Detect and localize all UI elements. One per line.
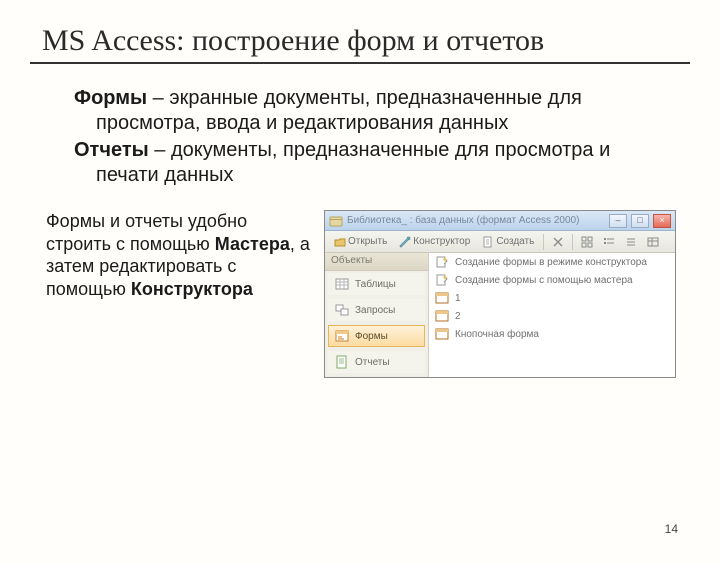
list-item-label: 2	[455, 311, 461, 322]
slide-title: MS Access: построение форм и отчетов	[42, 24, 720, 58]
wizard-icon	[435, 273, 449, 287]
title-underline	[30, 62, 690, 64]
details-icon	[647, 236, 659, 248]
def-reports-text: – документы, предназначенные для просмот…	[96, 139, 610, 186]
view-small-icons-button[interactable]	[599, 233, 619, 251]
definitions-block: Формы – экранные документы, предназначен…	[74, 86, 668, 188]
list-icon	[625, 236, 637, 248]
create-button[interactable]: Создать	[477, 233, 539, 251]
open-button[interactable]: Открыть	[329, 233, 392, 251]
queries-icon	[335, 303, 349, 317]
objects-sidebar-header: Объекты	[325, 253, 428, 271]
tables-icon	[335, 277, 349, 291]
design-button-label: Конструктор	[413, 236, 470, 247]
forms-icon	[335, 329, 349, 343]
list-item[interactable]: Создание формы в режиме конструктора	[429, 253, 675, 271]
definition-reports: Отчеты – документы, предназначенные для …	[74, 138, 668, 188]
view-large-icons-button[interactable]	[577, 233, 597, 251]
list-item-label: 1	[455, 293, 461, 304]
term-reports: Отчеты	[74, 139, 149, 161]
form-object-icon	[435, 327, 449, 341]
sidebar-item-forms[interactable]: Формы	[328, 325, 425, 347]
sidebar-item-label: Формы	[355, 331, 388, 342]
create-button-label: Создать	[496, 236, 534, 247]
wizard-icon	[435, 255, 449, 269]
list-item-label: Создание формы в режиме конструктора	[455, 257, 647, 268]
sidebar-item-label: Таблицы	[355, 279, 396, 290]
sidebar-item-reports[interactable]: Отчеты	[328, 351, 425, 373]
form-object-icon	[435, 309, 449, 323]
content-pane: Создание формы в режиме конструктора Соз…	[429, 253, 675, 377]
access-db-icon	[329, 214, 343, 228]
definition-forms: Формы – экранные документы, предназначен…	[74, 86, 668, 136]
view-list-button[interactable]	[621, 233, 641, 251]
close-button[interactable]: ×	[653, 214, 671, 228]
list-item-label: Кнопочная форма	[455, 329, 539, 340]
large-icons-icon	[581, 236, 593, 248]
create-new-icon	[482, 236, 494, 248]
open-button-label: Открыть	[348, 236, 387, 247]
small-icons-icon	[603, 236, 615, 248]
list-item-label: Создание формы с помощью мастера	[455, 275, 633, 286]
sidebar-item-queries[interactable]: Запросы	[328, 299, 425, 321]
form-object-icon	[435, 291, 449, 305]
window-title-text: Библиотека_ : база данных (формат Access…	[347, 215, 605, 226]
list-item[interactable]: Создание формы с помощью мастера	[429, 271, 675, 289]
window-titlebar: Библиотека_ : база данных (формат Access…	[325, 211, 675, 231]
toolbar-separator	[543, 234, 544, 250]
design-ruler-icon	[399, 236, 411, 248]
sidebar-item-tables[interactable]: Таблицы	[328, 273, 425, 295]
slide-number: 14	[665, 522, 678, 536]
open-folder-icon	[334, 236, 346, 248]
sidebar-item-label: Отчеты	[355, 357, 390, 368]
list-item[interactable]: Кнопочная форма	[429, 325, 675, 343]
maximize-button[interactable]: □	[631, 214, 649, 228]
list-item[interactable]: 2	[429, 307, 675, 325]
delete-button[interactable]	[548, 233, 568, 251]
reports-icon	[335, 355, 349, 369]
design-button[interactable]: Конструктор	[394, 233, 475, 251]
objects-sidebar: Объекты Таблицы Запросы Формы Отчеты	[325, 253, 429, 377]
view-details-button[interactable]	[643, 233, 663, 251]
paragraph-advice: Формы и отчеты удобно строить с помощью …	[46, 210, 316, 300]
term-forms: Формы	[74, 87, 147, 109]
def-forms-text: – экранные документы, предназначенные дл…	[96, 87, 582, 134]
list-item[interactable]: 1	[429, 289, 675, 307]
toolbar: Открыть Конструктор Создать	[325, 231, 675, 253]
minimize-button[interactable]: –	[609, 214, 627, 228]
sidebar-item-label: Запросы	[355, 305, 395, 316]
access-db-window: Библиотека_ : база данных (формат Access…	[324, 210, 676, 378]
delete-x-icon	[552, 236, 564, 248]
toolbar-separator-2	[572, 234, 573, 250]
